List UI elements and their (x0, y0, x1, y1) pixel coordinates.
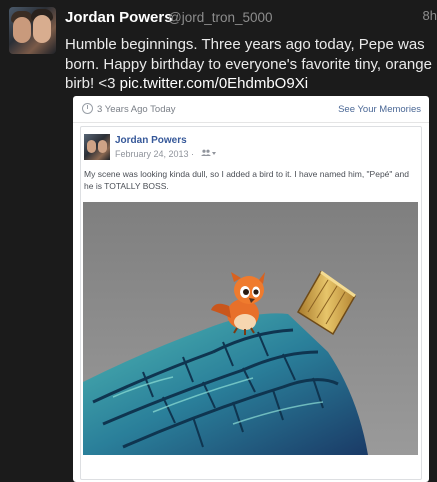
post-date-text: February 24, 2013 · (115, 149, 195, 159)
tweet-media-link[interactable]: pic.twitter.com/0EhdmbO9Xi (120, 75, 308, 92)
memory-card[interactable]: 3 Years Ago Today See Your Memories Jord… (73, 96, 429, 482)
clock-icon (82, 103, 93, 114)
memory-header: 3 Years Ago Today See Your Memories (73, 96, 429, 123)
post-text: My scene was looking kinda dull, so I ad… (84, 169, 409, 191)
post-author-avatar[interactable] (84, 134, 110, 160)
post-author-name[interactable]: Jordan Powers (115, 135, 187, 146)
post-date: February 24, 2013 · (115, 149, 216, 159)
tweet: Jordan Powers @jord_tron_5000 8h Humble … (0, 0, 437, 482)
facebook-post: Jordan Powers February 24, 2013 · My sce… (80, 126, 422, 480)
tweet-text: Humble beginnings. Three years ago today… (65, 35, 435, 94)
post-image[interactable] (83, 202, 418, 455)
author-name[interactable]: Jordan Powers (65, 9, 173, 26)
author-handle[interactable]: @jord_tron_5000 (168, 10, 273, 25)
see-memories-link[interactable]: See Your Memories (338, 104, 421, 115)
friends-icon[interactable] (200, 149, 216, 159)
memory-title: 3 Years Ago Today (97, 104, 176, 115)
tweet-timestamp[interactable]: 8h (423, 8, 437, 23)
author-avatar[interactable] (9, 7, 56, 54)
